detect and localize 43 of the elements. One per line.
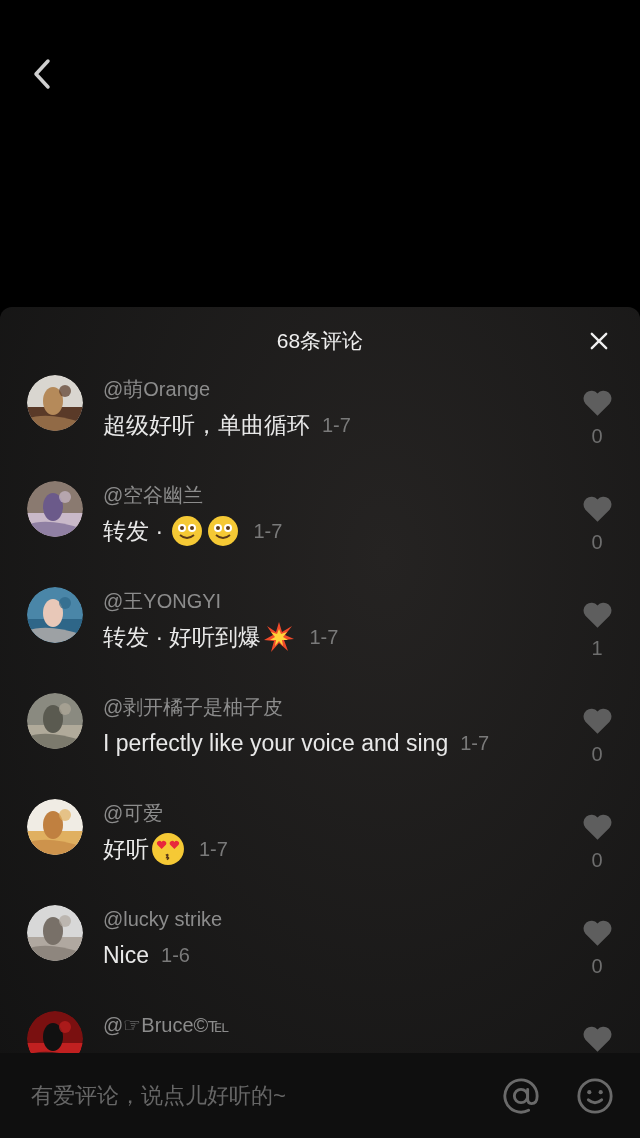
heart-icon[interactable]: [581, 919, 613, 947]
comment-date: 1-7: [460, 731, 490, 756]
like-count: 0: [591, 742, 603, 767]
emoji-icon[interactable]: [576, 1076, 614, 1115]
heart-icon[interactable]: [581, 1025, 613, 1053]
username[interactable]: @剥开橘子是柚子皮: [103, 693, 284, 721]
comment-text: Nice: [103, 940, 149, 970]
username[interactable]: @可爱: [103, 799, 164, 827]
close-icon[interactable]: [590, 332, 608, 350]
heart-eyes-face-icon: [151, 832, 185, 866]
comment-text: I perfectly like your voice and sing: [103, 728, 449, 758]
username[interactable]: @☞Bruce©℡: [103, 1011, 230, 1039]
explosion-icon: [263, 621, 296, 653]
comment-text: 转发 · 好听到爆: [103, 622, 262, 652]
comment-input[interactable]: 有爱评论，说点儿好听的~: [31, 1075, 502, 1116]
comment-field[interactable]: 有爱评论，说点儿好听的~: [0, 1053, 640, 1138]
comment-text: 转发 ·: [103, 516, 165, 546]
at-sign-icon[interactable]: [502, 1076, 540, 1115]
smiling-face-icon: [171, 515, 204, 547]
comment-date: 1-7: [322, 413, 351, 438]
username[interactable]: @lucky strike: [103, 905, 223, 933]
username[interactable]: @空谷幽兰: [103, 481, 204, 509]
heart-icon[interactable]: [581, 707, 613, 735]
comment-date: 1-7: [309, 625, 339, 650]
like-count: 0: [591, 424, 603, 449]
like-count: 1: [591, 636, 603, 661]
panel-title: 68条评论: [276, 328, 364, 355]
username[interactable]: @王YONGYI: [103, 587, 222, 615]
heart-icon[interactable]: [581, 389, 613, 417]
heart-icon[interactable]: [581, 601, 613, 629]
comment-text: 超级好听，单曲循环: [103, 410, 310, 440]
heart-icon[interactable]: [581, 813, 613, 841]
comment-date: 1-6: [161, 943, 190, 968]
comment-date: 1-7: [199, 837, 228, 862]
comment-date: 1-7: [253, 519, 283, 544]
like-count: 0: [591, 530, 603, 555]
back-icon[interactable]: [32, 58, 52, 90]
smiling-face-icon: [207, 515, 240, 547]
like-count: 0: [591, 954, 603, 979]
comment-text: 好听: [103, 834, 149, 864]
heart-icon[interactable]: [581, 495, 613, 523]
username[interactable]: @萌Orange: [103, 375, 210, 403]
like-count: 0: [591, 848, 603, 873]
